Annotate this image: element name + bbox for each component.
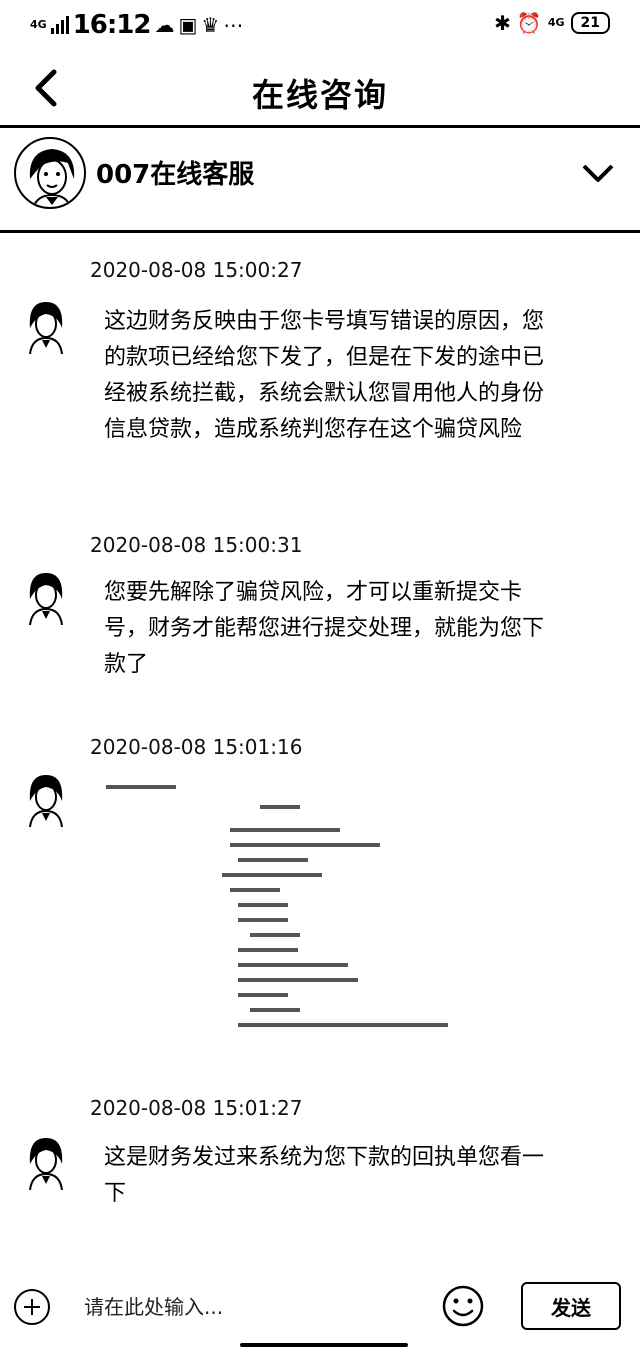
status-time: 16:12: [72, 10, 152, 40]
bluetooth-icon: ✱: [494, 11, 511, 35]
message-timestamp: 2020-08-08 15:00:31: [90, 533, 303, 557]
signal-icon: [50, 16, 69, 34]
crown-icon: ♛: [201, 13, 220, 37]
nav-header: 在线咨询: [0, 52, 640, 128]
emoji-button[interactable]: [442, 1285, 484, 1327]
status-bar: 4G 16:12 ☁ ▣ ♛ ⋯ ✱ ⏰ 4G 21: [0, 0, 640, 52]
message-text: 您要先解除了骗贷风险，才可以重新提交卡号，财务才能帮您进行提交处理，就能为您下款…: [104, 580, 545, 677]
message-list[interactable]: 2020-08-08 15:00:27 这边财务反映由于您卡号填写错误的原因，您…: [0, 236, 640, 1266]
app-notification-icon: ▣: [178, 13, 198, 37]
battery-icon: 21: [570, 12, 610, 34]
agent-bar[interactable]: 007在线客服: [0, 128, 640, 233]
network-type: 4G: [30, 18, 47, 31]
message-text: 这是财务发过来系统为您下款的回执单您看一下: [104, 1145, 545, 1206]
expand-button[interactable]: [580, 158, 616, 188]
add-attachment-button[interactable]: [14, 1289, 50, 1325]
agent-avatar-small: [20, 1132, 72, 1191]
message-timestamp: 2020-08-08 15:00:27: [90, 258, 303, 282]
cloud-icon: ☁: [154, 13, 175, 37]
alarm-icon: ⏰: [516, 11, 542, 35]
agent-avatar-small: [20, 296, 72, 355]
agent-name: 007在线客服: [96, 160, 255, 190]
input-bar: 发送: [0, 1271, 640, 1341]
home-indicator: [240, 1343, 408, 1347]
chevron-down-icon: [582, 164, 614, 182]
message-input[interactable]: [84, 1287, 424, 1327]
agent-avatar-small: [20, 567, 72, 626]
agent-avatar-small: [20, 769, 72, 828]
receipt-image[interactable]: [100, 773, 460, 1033]
message-timestamp: 2020-08-08 15:01:16: [90, 735, 303, 759]
message-timestamp: 2020-08-08 15:01:27: [90, 1096, 303, 1120]
agent-avatar: [14, 137, 86, 209]
network-type-right: 4G: [547, 16, 565, 29]
smiley-icon: [442, 1285, 484, 1327]
message-text: 这边财务反映由于您卡号填写错误的原因，您的款项已经给您下发了，但是在下发的途中已…: [104, 309, 545, 442]
send-button[interactable]: 发送: [521, 1282, 621, 1330]
more-dots-icon: ⋯: [223, 13, 244, 37]
page-title: 在线咨询: [251, 76, 388, 114]
